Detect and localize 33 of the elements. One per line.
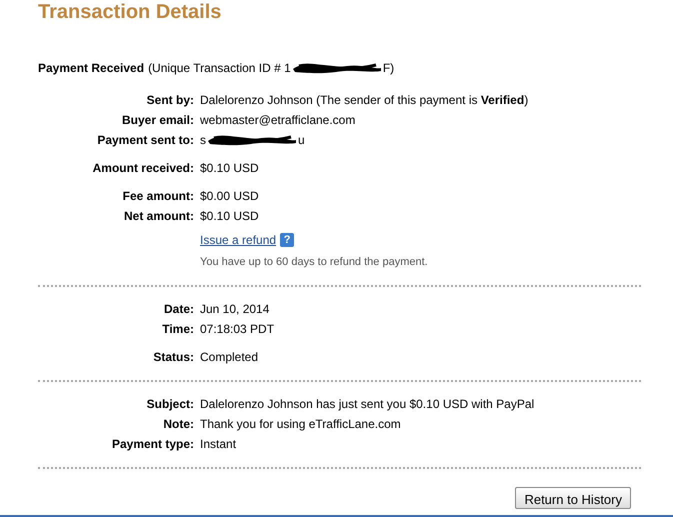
field-label: Note: (162, 416, 194, 432)
field-value: $0.00 USD (200, 188, 259, 204)
field-label: Amount received: (92, 160, 194, 176)
field-label: Buyer email: (120, 112, 194, 128)
refund-hint: You have up to 60 days to refund the payment. (200, 255, 428, 270)
field-label: Payment type: (110, 436, 194, 452)
field-value-suffix: u (298, 132, 305, 148)
field-value: Dalelorenzo Johnson has just sent you $0.10 USD with PayPal (200, 396, 534, 412)
field-label: Fee amount: (122, 188, 194, 204)
field-label: Payment sent to: (96, 132, 194, 148)
field-value: $0.10 USD (200, 208, 259, 224)
field-label: Sent by: (146, 92, 194, 108)
field-label: Status: (152, 349, 194, 365)
return-to-history-button[interactable]: Return to History (515, 487, 631, 509)
field-value: Completed (200, 349, 258, 365)
field-value: 07:18:03 PDT (200, 321, 274, 337)
refund-link[interactable]: Issue a refund (200, 232, 276, 248)
field-label: Subject: (146, 396, 194, 412)
field-value: webmaster@etrafficlane.com (200, 112, 356, 128)
payment-received-label: Payment Received (38, 60, 144, 76)
field-value-prefix: s (200, 132, 206, 148)
transaction-id-prefix: (Unique Transaction ID # 1 (148, 60, 291, 76)
field-label: Date: (162, 301, 194, 317)
field-value: Jun 10, 2014 (200, 301, 270, 317)
field-value: $0.10 USD (200, 160, 259, 176)
field-label: Net amount: (123, 208, 194, 224)
page-title: Transaction Details (38, 0, 222, 24)
field-value: Instant (200, 436, 236, 452)
transaction-id-suffix: F) (382, 60, 394, 76)
field-value: Dalelorenzo Johnson (The sender of this payment is Verified) (200, 92, 528, 108)
field-value: Thank you for using eTrafficLane.com (200, 416, 401, 432)
field-label: Time: (161, 321, 194, 337)
help-icon[interactable]: ? (280, 233, 294, 247)
